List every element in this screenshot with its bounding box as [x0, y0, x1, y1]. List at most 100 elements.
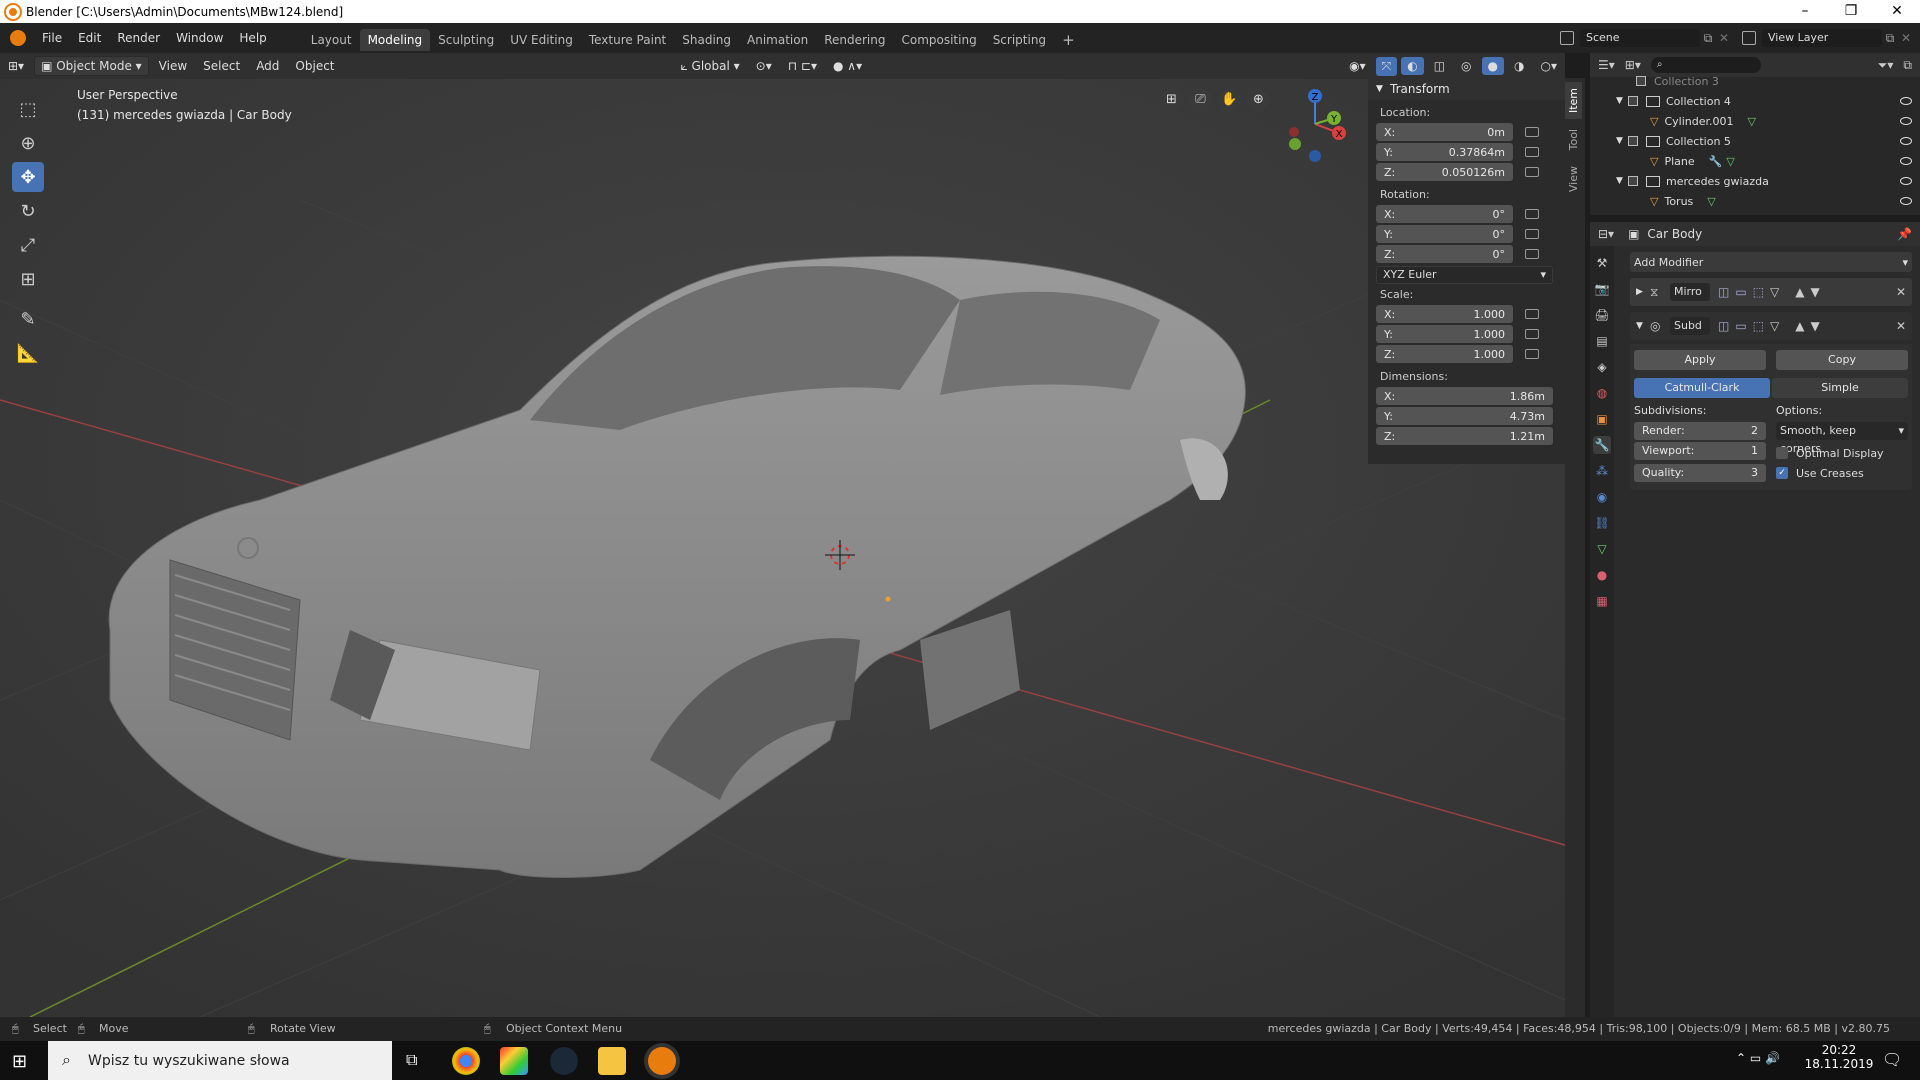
menu-view[interactable]: View — [153, 57, 193, 75]
texture-tab-icon[interactable]: ▦ — [1593, 592, 1611, 610]
outliner-row[interactable]: Collection 3 — [1590, 71, 1920, 91]
outliner-row[interactable]: ▽ Torus ▽ — [1590, 191, 1920, 211]
scale-y-field[interactable]: Y: 1.000 — [1376, 325, 1513, 343]
tool-tab-icon[interactable]: ⚒ — [1593, 254, 1611, 272]
editor-type-icon[interactable]: ⊞▾ — [2, 57, 30, 75]
axis-gizmo[interactable]: Z X Y — [1282, 84, 1358, 164]
eye-icon[interactable] — [1900, 197, 1912, 205]
blender-menu-icon[interactable] — [10, 30, 26, 46]
checkbox-icon[interactable] — [1628, 176, 1638, 186]
tab-texture-paint[interactable]: Texture Paint — [581, 29, 674, 51]
maximize-button[interactable]: ❐ — [1828, 0, 1874, 23]
data-tab-icon[interactable]: ▽ — [1593, 540, 1611, 558]
rotation-y-field[interactable]: Y: 0° — [1376, 225, 1513, 243]
annotate-tool-icon[interactable]: ✎ — [12, 304, 44, 334]
taskbar-search[interactable]: ⌕ Wpisz tu wyszukiwane słowa — [48, 1041, 392, 1080]
outliner-row[interactable]: ▼ Collection 5 — [1590, 131, 1920, 151]
menu-help[interactable]: Help — [231, 23, 274, 53]
measure-tool-icon[interactable]: 📐 — [12, 338, 44, 368]
expand-arrow-icon[interactable]: ▶ — [1636, 287, 1650, 297]
eye-icon[interactable] — [1900, 137, 1912, 145]
menu-window[interactable]: Window — [168, 23, 231, 53]
tab-scripting[interactable]: Scripting — [985, 29, 1054, 51]
taskbar-clock[interactable]: 20:22 18.11.2019 — [1804, 1043, 1874, 1071]
checkbox-icon[interactable] — [1636, 76, 1646, 86]
orientation-selector[interactable]: ⟀ Global ▾ — [675, 57, 746, 76]
windows-start-icon[interactable]: ⊞ — [12, 1051, 27, 1072]
outliner-row[interactable]: ▽ Cylinder.001 ▽ — [1590, 111, 1920, 131]
modifier-name-field[interactable]: Mirro — [1670, 283, 1710, 301]
move-tool-icon[interactable]: ✥ — [12, 162, 44, 192]
eye-icon[interactable] — [1900, 157, 1912, 165]
lock-icon[interactable] — [1525, 167, 1539, 177]
viewport-levels-field[interactable]: Viewport: 1 — [1634, 442, 1766, 460]
tab-uv-editing[interactable]: UV Editing — [502, 29, 581, 51]
lock-icon[interactable] — [1525, 229, 1539, 239]
add-workspace-button[interactable]: + — [1054, 29, 1083, 51]
rendered-shading-icon[interactable]: ○▾ — [1535, 57, 1564, 75]
view-layer-tab-icon[interactable]: ▤ — [1593, 332, 1611, 350]
pivot-icon[interactable]: ⊙▾ — [750, 57, 778, 75]
use-creases-checkbox[interactable]: ✓ Use Creases — [1776, 464, 1908, 482]
material-tab-icon[interactable]: ● — [1593, 566, 1611, 584]
dimensions-x-field[interactable]: X: 1.86m — [1376, 387, 1553, 405]
wireframe-shading-icon[interactable]: ◎ — [1455, 57, 1477, 75]
particles-tab-icon[interactable]: ⁂ — [1593, 462, 1611, 480]
output-tab-icon[interactable]: 🖨 — [1593, 306, 1611, 324]
lock-icon[interactable] — [1525, 147, 1539, 157]
menu-render[interactable]: Render — [109, 23, 168, 53]
gizmo-toggle-icon[interactable]: ⤧ — [1375, 56, 1398, 76]
dimensions-y-field[interactable]: Y: 4.73m — [1376, 407, 1553, 425]
tab-sculpting[interactable]: Sculpting — [430, 29, 502, 51]
lock-icon[interactable] — [1525, 309, 1539, 319]
outliner-row[interactable]: ▼ Collection 4 — [1590, 91, 1920, 111]
tab-animation[interactable]: Animation — [739, 29, 816, 51]
pan-hand-icon[interactable]: ✋ — [1218, 88, 1241, 112]
modifier-tab-icon[interactable]: 🔧 — [1593, 436, 1611, 454]
remove-modifier-icon[interactable]: ✕ — [1896, 319, 1906, 333]
menu-object[interactable]: Object — [289, 57, 340, 75]
task-view-icon[interactable]: ⧉ — [406, 1050, 417, 1070]
expand-arrow-icon[interactable]: ▼ — [1616, 176, 1628, 186]
menu-edit[interactable]: Edit — [70, 23, 109, 53]
select-box-tool-icon[interactable]: ⬚ — [12, 94, 44, 124]
tray-icons[interactable]: ⌃ ▭ 🔊 — [1736, 1051, 1780, 1065]
scale-tool-icon[interactable]: ⤢ — [12, 230, 44, 260]
editor-type-icon[interactable]: ☰▾ — [1598, 58, 1615, 72]
checkbox-icon[interactable] — [1628, 136, 1638, 146]
quality-field[interactable]: Quality: 3 — [1634, 464, 1766, 482]
scale-x-field[interactable]: X: 1.000 — [1376, 305, 1513, 323]
apply-button[interactable]: Apply — [1634, 350, 1766, 370]
new-scene-icon[interactable]: ⧉ — [1700, 31, 1716, 46]
snap-icon[interactable]: ⊓ ⊏▾ — [782, 57, 823, 75]
tab-modeling[interactable]: Modeling — [359, 29, 431, 51]
cage-toggle-icon[interactable]: ▽ — [1770, 319, 1779, 333]
render-toggle-icon[interactable]: ⬚ — [1753, 319, 1764, 333]
tab-item[interactable]: Item — [1565, 82, 1582, 120]
modifier-name-field[interactable]: Subd — [1670, 317, 1710, 335]
close-button[interactable]: ✕ — [1874, 0, 1920, 23]
constraints-tab-icon[interactable]: ⛓ — [1593, 514, 1611, 532]
remove-modifier-icon[interactable]: ✕ — [1896, 285, 1906, 299]
proportional-edit-icon[interactable]: ● ∧▾ — [827, 57, 868, 75]
render-tab-icon[interactable]: 📷 — [1593, 280, 1611, 298]
physics-tab-icon[interactable]: ◉ — [1593, 488, 1611, 506]
rotate-tool-icon[interactable]: ↻ — [12, 196, 44, 226]
expand-arrow-icon[interactable]: ▼ — [1636, 321, 1650, 331]
world-tab-icon[interactable]: ◍ — [1593, 384, 1611, 402]
menu-select[interactable]: Select — [197, 57, 246, 75]
expand-arrow-icon[interactable]: ▼ — [1616, 96, 1628, 106]
view-layer-selector[interactable]: View Layer — [1762, 29, 1882, 47]
render-toggle-icon[interactable]: ⬚ — [1753, 285, 1764, 299]
zoom-icon[interactable]: ⊕ — [1247, 88, 1270, 112]
display-mode-icon[interactable]: ⊞▾ — [1625, 58, 1641, 72]
expand-arrow-icon[interactable]: ▼ — [1616, 136, 1628, 146]
blender-taskbar-icon[interactable] — [648, 1047, 676, 1075]
add-modifier-dropdown[interactable]: Add Modifier ▾ — [1630, 252, 1912, 272]
lock-icon[interactable] — [1525, 209, 1539, 219]
tab-layout[interactable]: Layout — [303, 29, 360, 51]
pin-icon[interactable]: 📌 — [1897, 227, 1912, 241]
editmode-toggle-icon[interactable]: ◫ — [1718, 285, 1729, 299]
menu-add[interactable]: Add — [250, 57, 285, 75]
rotation-x-field[interactable]: X: 0° — [1376, 205, 1513, 223]
